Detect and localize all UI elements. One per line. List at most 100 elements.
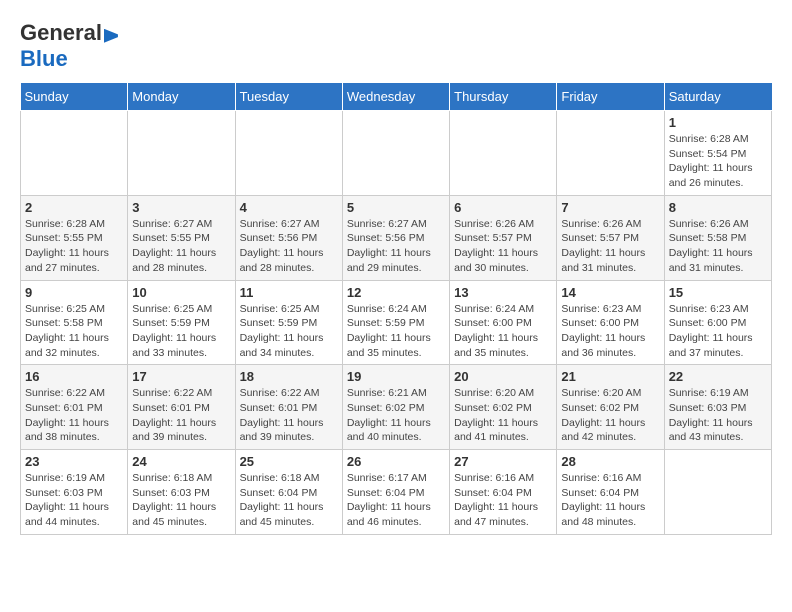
day-number: 13: [454, 285, 552, 300]
calendar-cell: 13 Sunrise: 6:24 AMSunset: 6:00 PMDayligh…: [450, 280, 557, 365]
calendar-cell: [557, 111, 664, 196]
day-header-saturday: Saturday: [664, 83, 771, 111]
calendar-cell: 25 Sunrise: 6:18 AMSunset: 6:04 PMDayligh…: [235, 450, 342, 535]
day-number: 9: [25, 285, 123, 300]
day-info: Sunrise: 6:16 AMSunset: 6:04 PMDaylight:…: [454, 471, 552, 530]
day-number: 12: [347, 285, 445, 300]
calendar-cell: 8Sunrise: 6:26 AMSunset: 5:58 PMDaylight…: [664, 195, 771, 280]
calendar-cell: 10Sunrise: 6:25 AMSunset: 5:59 PMDayligh…: [128, 280, 235, 365]
logo-text: General: [20, 20, 118, 46]
day-number: 5: [347, 200, 445, 215]
calendar-cell: 19 Sunrise: 6:21 AMSunset: 6:02 PMDayligh…: [342, 365, 449, 450]
calendar-cell: 27 Sunrise: 6:16 AMSunset: 6:04 PMDayligh…: [450, 450, 557, 535]
calendar-week-5: 23 Sunrise: 6:19 AMSunset: 6:03 PMDayligh…: [21, 450, 772, 535]
calendar-week-2: 2 Sunrise: 6:28 AMSunset: 5:55 PMDaylight…: [21, 195, 772, 280]
calendar-cell: 11Sunrise: 6:25 AMSunset: 5:59 PMDayligh…: [235, 280, 342, 365]
calendar-week-1: 1 Sunrise: 6:28 AMSunset: 5:54 PMDaylight…: [21, 111, 772, 196]
calendar-cell: 14 Sunrise: 6:23 AMSunset: 6:00 PMDayligh…: [557, 280, 664, 365]
day-number: 14: [561, 285, 659, 300]
header: General Blue: [20, 20, 772, 72]
calendar-cell: 15 Sunrise: 6:23 AMSunset: 6:00 PMDayligh…: [664, 280, 771, 365]
day-number: 4: [240, 200, 338, 215]
day-info: Sunrise: 6:22 AMSunset: 6:01 PMDaylight:…: [240, 386, 338, 445]
day-info: Sunrise: 6:28 AMSunset: 5:54 PMDaylight:…: [669, 132, 767, 191]
calendar-cell: 3 Sunrise: 6:27 AMSunset: 5:55 PMDaylight…: [128, 195, 235, 280]
calendar-cell: 2 Sunrise: 6:28 AMSunset: 5:55 PMDaylight…: [21, 195, 128, 280]
day-info: Sunrise: 6:23 AMSunset: 6:00 PMDaylight:…: [561, 302, 659, 361]
day-info: Sunrise: 6:20 AMSunset: 6:02 PMDaylight:…: [454, 386, 552, 445]
calendar-cell: 20 Sunrise: 6:20 AMSunset: 6:02 PMDayligh…: [450, 365, 557, 450]
calendar-cell: [235, 111, 342, 196]
day-info: Sunrise: 6:23 AMSunset: 6:00 PMDaylight:…: [669, 302, 767, 361]
calendar-cell: 28 Sunrise: 6:16 AMSunset: 6:04 PMDayligh…: [557, 450, 664, 535]
calendar-cell: 7Sunrise: 6:26 AMSunset: 5:57 PMDaylight…: [557, 195, 664, 280]
calendar-cell: 24 Sunrise: 6:18 AMSunset: 6:03 PMDayligh…: [128, 450, 235, 535]
day-number: 21: [561, 369, 659, 384]
day-number: 25: [240, 454, 338, 469]
calendar-cell: 12Sunrise: 6:24 AMSunset: 5:59 PMDayligh…: [342, 280, 449, 365]
day-number: 6: [454, 200, 552, 215]
day-number: 1: [669, 115, 767, 130]
day-info: Sunrise: 6:27 AMSunset: 5:55 PMDaylight:…: [132, 217, 230, 276]
calendar-header-row: SundayMondayTuesdayWednesdayThursdayFrid…: [21, 83, 772, 111]
day-info: Sunrise: 6:18 AMSunset: 6:04 PMDaylight:…: [240, 471, 338, 530]
logo-blue-text: Blue: [20, 46, 68, 72]
day-info: Sunrise: 6:25 AMSunset: 5:59 PMDaylight:…: [240, 302, 338, 361]
day-number: 20: [454, 369, 552, 384]
day-info: Sunrise: 6:16 AMSunset: 6:04 PMDaylight:…: [561, 471, 659, 530]
day-header-friday: Friday: [557, 83, 664, 111]
day-info: Sunrise: 6:27 AMSunset: 5:56 PMDaylight:…: [347, 217, 445, 276]
day-header-wednesday: Wednesday: [342, 83, 449, 111]
day-number: 17: [132, 369, 230, 384]
day-number: 19: [347, 369, 445, 384]
logo-icon: [104, 29, 118, 43]
day-number: 28: [561, 454, 659, 469]
calendar-cell: 4 Sunrise: 6:27 AMSunset: 5:56 PMDaylight…: [235, 195, 342, 280]
day-info: Sunrise: 6:27 AMSunset: 5:56 PMDaylight:…: [240, 217, 338, 276]
calendar-cell: 18 Sunrise: 6:22 AMSunset: 6:01 PMDayligh…: [235, 365, 342, 450]
calendar-cell: [450, 111, 557, 196]
calendar-cell: 1 Sunrise: 6:28 AMSunset: 5:54 PMDaylight…: [664, 111, 771, 196]
day-info: Sunrise: 6:25 AMSunset: 5:58 PMDaylight:…: [25, 302, 123, 361]
day-info: Sunrise: 6:26 AMSunset: 5:57 PMDaylight:…: [561, 217, 659, 276]
day-info: Sunrise: 6:19 AMSunset: 6:03 PMDaylight:…: [25, 471, 123, 530]
calendar-table: SundayMondayTuesdayWednesdayThursdayFrid…: [20, 82, 772, 535]
day-info: Sunrise: 6:21 AMSunset: 6:02 PMDaylight:…: [347, 386, 445, 445]
calendar-cell: [664, 450, 771, 535]
day-info: Sunrise: 6:20 AMSunset: 6:02 PMDaylight:…: [561, 386, 659, 445]
calendar-cell: 22Sunrise: 6:19 AMSunset: 6:03 PMDayligh…: [664, 365, 771, 450]
calendar-cell: [342, 111, 449, 196]
day-info: Sunrise: 6:18 AMSunset: 6:03 PMDaylight:…: [132, 471, 230, 530]
day-info: Sunrise: 6:22 AMSunset: 6:01 PMDaylight:…: [132, 386, 230, 445]
calendar-cell: [128, 111, 235, 196]
day-number: 26: [347, 454, 445, 469]
calendar-cell: 21 Sunrise: 6:20 AMSunset: 6:02 PMDayligh…: [557, 365, 664, 450]
logo: General Blue: [20, 20, 118, 72]
calendar-cell: 9 Sunrise: 6:25 AMSunset: 5:58 PMDaylight…: [21, 280, 128, 365]
day-number: 2: [25, 200, 123, 215]
day-info: Sunrise: 6:19 AMSunset: 6:03 PMDaylight:…: [669, 386, 767, 445]
calendar-week-4: 16 Sunrise: 6:22 AMSunset: 6:01 PMDayligh…: [21, 365, 772, 450]
day-number: 10: [132, 285, 230, 300]
day-header-thursday: Thursday: [450, 83, 557, 111]
day-number: 23: [25, 454, 123, 469]
day-number: 3: [132, 200, 230, 215]
logo-blue: Blue: [20, 46, 68, 71]
day-info: Sunrise: 6:26 AMSunset: 5:58 PMDaylight:…: [669, 217, 767, 276]
day-number: 27: [454, 454, 552, 469]
calendar-cell: [21, 111, 128, 196]
day-header-tuesday: Tuesday: [235, 83, 342, 111]
logo-general: General: [20, 20, 102, 45]
calendar-cell: 5 Sunrise: 6:27 AMSunset: 5:56 PMDaylight…: [342, 195, 449, 280]
calendar-cell: 23 Sunrise: 6:19 AMSunset: 6:03 PMDayligh…: [21, 450, 128, 535]
day-info: Sunrise: 6:24 AMSunset: 6:00 PMDaylight:…: [454, 302, 552, 361]
calendar-week-3: 9 Sunrise: 6:25 AMSunset: 5:58 PMDaylight…: [21, 280, 772, 365]
day-number: 15: [669, 285, 767, 300]
day-number: 18: [240, 369, 338, 384]
day-number: 24: [132, 454, 230, 469]
calendar-cell: 17 Sunrise: 6:22 AMSunset: 6:01 PMDayligh…: [128, 365, 235, 450]
day-info: Sunrise: 6:26 AMSunset: 5:57 PMDaylight:…: [454, 217, 552, 276]
day-info: Sunrise: 6:28 AMSunset: 5:55 PMDaylight:…: [25, 217, 123, 276]
day-number: 16: [25, 369, 123, 384]
day-header-monday: Monday: [128, 83, 235, 111]
